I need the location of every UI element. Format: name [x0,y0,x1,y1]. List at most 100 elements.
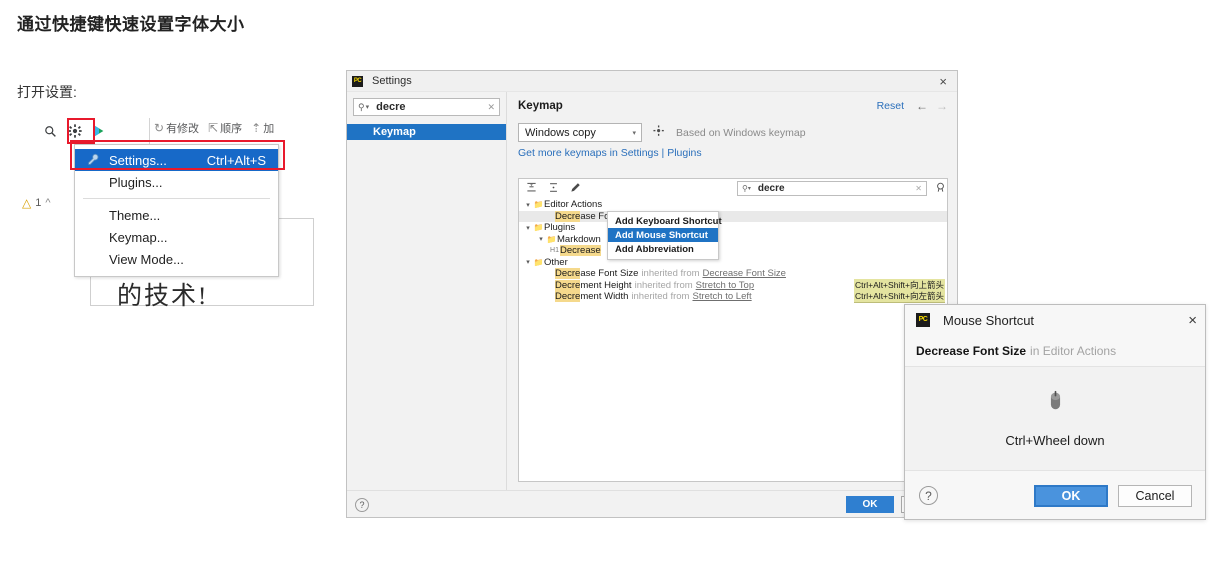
menu-item-add-keyboard-shortcut[interactable]: Add Keyboard Shortcut [608,214,722,228]
keymap-find-field[interactable]: ⚲ ▾ ✕ [737,181,927,196]
menu-item-view-mode-label: View Mode... [109,251,184,267]
cancel-button[interactable]: Cancel [1118,484,1192,507]
mouse-shortcut-capture-area[interactable]: Ctrl+Wheel down [905,366,1205,471]
tree-row-markdown-decrease[interactable]: H1 Decrease [519,245,947,257]
tree-row-decrease-font-size[interactable]: Decre ase Fo [519,210,947,222]
menu-item-keymap[interactable]: Keymap... [75,226,278,248]
tree-row-label: ase Font Size [580,268,639,280]
clear-icon[interactable]: ✕ [487,102,495,113]
keymap-heading: Keymap [518,100,563,112]
settings-dialog-titlebar: PC Settings × [347,71,957,92]
reset-link[interactable]: Reset [877,100,904,112]
collapse-all-icon[interactable] [525,182,538,196]
sidebar-item-keymap[interactable]: Keymap [347,124,506,140]
chevron-down-icon: ▾ [747,186,751,192]
tree-row-label: Plugins [544,222,576,234]
warning-count: 1 [35,197,42,209]
inherited-source-link[interactable]: Decrease Font Size [703,268,786,279]
keymap-pane: Keymap Reset ← → Windows copy ▾ Based on… [507,92,957,490]
update-item[interactable]: ⇱ 顺序 [208,120,242,136]
keymap-nav: ← → [916,99,948,113]
menu-separator [83,198,270,199]
folder-actions-icon: 📁 [533,200,544,210]
tree-row-editor-actions[interactable]: ▾ 📁 Editor Actions [519,199,947,211]
mouse-shortcut-action-scope: in Editor Actions [1030,343,1117,358]
inherited-source-link[interactable]: Stretch to Left [692,291,751,302]
filter-shortcut-icon[interactable] [935,182,946,196]
chevron-down-icon[interactable]: ▾ [523,258,533,266]
help-icon[interactable]: ? [355,497,369,512]
mouse-shortcut-action-row: Decrease Font Size in Editor Actions [905,335,1205,366]
mouse-wheel-icon [1048,390,1063,417]
keymap-based-on-text: Based on Windows keymap [676,126,806,139]
keymap-action-tree: ▾ 📁 Editor Actions Decre ase Fo ▾ 📁 Plugi… [519,199,947,304]
tree-row-label-highlight: Decre [555,291,581,303]
h1-icon: H1 [550,247,559,255]
pycharm-logo-icon: PC [352,75,363,87]
settings-search-field[interactable]: ⚲ ▾ ✕ [353,98,500,116]
ok-button[interactable]: OK [846,496,894,513]
page-subtitle: 打开设置: [17,84,77,100]
menu-item-add-abbreviation[interactable]: Add Abbreviation [608,242,718,256]
mouse-shortcut-dialog: PC Mouse Shortcut × Decrease Font Size i… [904,304,1206,520]
mouse-shortcut-combo-text: Ctrl+Wheel down [1005,432,1105,448]
keymap-select[interactable]: Windows copy ▾ [518,123,642,142]
chevron-down-icon[interactable]: ▾ [536,235,546,243]
tree-row-label: Other [544,256,568,268]
menu-item-keymap-label: Keymap... [109,229,168,245]
menu-item-label: Add Mouse Shortcut [615,229,708,241]
forward-arrow-icon[interactable]: → [936,99,948,113]
tree-row-markdown[interactable]: ▾ 📁 Markdown [519,234,947,246]
mouse-shortcut-footer: ? OK Cancel [905,471,1205,520]
help-icon[interactable]: ? [919,486,938,505]
chevron-down-icon[interactable]: ▾ [523,201,533,209]
chevron-down-icon[interactable]: ▾ [523,224,533,232]
tree-row-plugins[interactable]: ▾ 📁 Plugins [519,222,947,234]
expand-all-icon[interactable] [547,182,560,196]
ide-right-toolbar: ↻ 有修改 ⇱ 顺序 ⇡ 加 [154,120,274,136]
settings-search-input[interactable] [374,100,475,114]
settings-sidebar: ⚲ ▾ ✕ Keymap [347,92,507,490]
mouse-shortcut-title: Mouse Shortcut [943,312,1035,328]
warning-triangle-icon: △ [22,196,32,210]
keymap-actions-panel: ⚲ ▾ ✕ ▾ 📁 Editor Actions [518,178,948,482]
ok-button[interactable]: OK [1034,484,1108,507]
ide-screenshot-snippet: ↻ 有修改 ⇱ 顺序 ⇡ 加 △ 1 ^ 的技术! Settings... Ct… [12,118,314,310]
keymap-gear-icon[interactable] [653,125,665,140]
inherited-label: inherited from [641,268,700,280]
add-shortcut-context-menu: Add Keyboard Shortcut Add Mouse Shortcut… [607,211,722,260]
chevron-down-icon: ▾ [632,129,636,137]
inherited-source-link[interactable]: Stretch to Top [696,280,754,291]
menu-item-plugins[interactable]: Plugins... [75,171,278,193]
keymap-header: Keymap Reset ← → [518,99,948,113]
tree-row-other[interactable]: ▾ 📁 Other [519,257,947,269]
settings-dialog: PC Settings × ⚲ ▾ ✕ Keymap Keymap Reset … [346,70,958,518]
menu-item-theme-label: Theme... [109,207,161,223]
vcs-modified-item[interactable]: ↻ 有修改 [154,120,199,136]
close-icon[interactable]: × [933,74,953,89]
keymap-find-input[interactable] [755,182,886,195]
chevron-up-icon[interactable]: ^ [45,197,50,209]
update-icon: ⇱ [208,121,219,135]
menu-item-label: Add Keyboard Shortcut [615,215,722,227]
push-item[interactable]: ⇡ 加 [251,120,274,136]
settings-dialog-body: ⚲ ▾ ✕ Keymap Keymap Reset ← → Windows c [347,92,957,490]
edit-shortcut-icon[interactable] [569,182,582,196]
menu-item-theme[interactable]: Theme... [75,204,278,226]
menu-item-add-mouse-shortcut[interactable]: Add Mouse Shortcut [608,228,718,242]
search-icon[interactable] [42,123,59,140]
inspection-warning-strip: △ 1 ^ [22,196,51,210]
close-icon[interactable]: × [1188,312,1197,329]
menu-item-view-mode[interactable]: View Mode... [75,248,278,270]
pycharm-logo-icon: PC [916,313,930,327]
tree-row-decrement-width[interactable]: Decre ment Width inherited from Stretch t… [519,290,947,304]
keymap-tree-toolbar: ⚲ ▾ ✕ [519,179,947,199]
tree-row-label: Markdown [557,233,601,245]
get-more-keymaps-link[interactable]: Get more keymaps in Settings | Plugins [518,147,948,159]
editor-handwriting-text: 的技术! [117,283,209,310]
clear-icon[interactable]: ✕ [915,184,922,193]
settings-dialog-footer: ? OK Cancel [347,490,957,518]
tree-row-label-highlight: Decrease [560,245,601,257]
tree-row-label-highlight: Decre [555,279,581,291]
back-arrow-icon[interactable]: ← [916,99,928,113]
